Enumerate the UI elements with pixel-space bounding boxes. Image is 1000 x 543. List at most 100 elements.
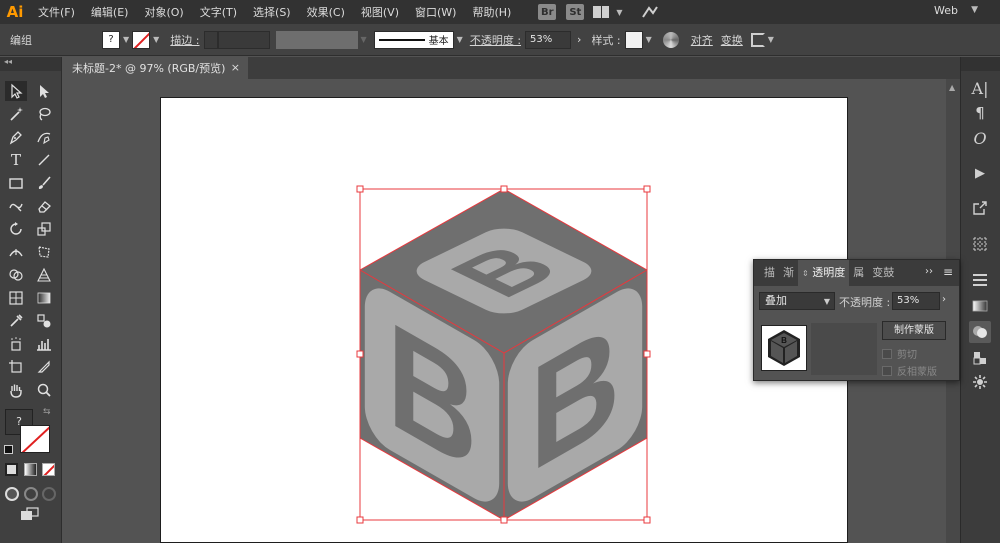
character-panel-icon[interactable]: A|	[969, 77, 991, 99]
make-mask-button[interactable]: 制作蒙版	[882, 321, 946, 340]
actions-play-icon[interactable]: ▶	[969, 162, 991, 184]
chevron-down-icon[interactable]: ▼	[768, 35, 774, 44]
pen-tool-icon[interactable]	[5, 127, 27, 147]
recolor-artwork-icon[interactable]	[662, 31, 679, 48]
chevron-down-icon[interactable]: ▼	[616, 8, 622, 17]
symbol-sprayer-tool-icon[interactable]	[5, 334, 27, 354]
paragraph-panel-icon[interactable]: ¶	[969, 102, 991, 124]
none-mode-icon[interactable]	[42, 463, 55, 476]
chevron-down-icon[interactable]: ▼	[457, 35, 463, 44]
color-mode-icon[interactable]	[5, 463, 18, 476]
menu-file[interactable]: 文件(F)	[30, 4, 83, 20]
chevron-down-icon[interactable]: ▼	[646, 35, 652, 44]
lasso-tool-icon[interactable]	[33, 104, 55, 124]
workspace-switcher[interactable]: Web	[934, 4, 958, 17]
rotate-tool-icon[interactable]	[5, 219, 27, 239]
menu-edit[interactable]: 编辑(E)	[83, 4, 137, 20]
draw-behind-icon[interactable]	[24, 487, 38, 501]
opacity-label[interactable]: 不透明度 :	[470, 32, 521, 48]
align-panel-icon[interactable]	[969, 233, 991, 255]
mesh-tool-icon[interactable]	[5, 288, 27, 308]
scroll-up-arrow-icon[interactable]: ▲	[949, 83, 955, 92]
tab-transparency[interactable]: ⇕ 透明度	[798, 260, 850, 286]
artwork-thumbnail[interactable]: B	[761, 325, 807, 371]
menu-type[interactable]: 文字(T)	[192, 4, 245, 20]
eyedropper-tool-icon[interactable]	[5, 311, 27, 331]
brush-definition[interactable]: 基本	[373, 30, 454, 49]
transform-button[interactable]: 变换	[721, 32, 743, 48]
bridge-icon[interactable]: Br	[538, 4, 557, 20]
paintbrush-tool-icon[interactable]	[33, 173, 55, 193]
stock-icon[interactable]: St	[566, 4, 585, 20]
tab-attributes[interactable]: 属	[849, 260, 868, 286]
hand-tool-icon[interactable]	[5, 380, 27, 400]
menu-object[interactable]: 对象(O)	[136, 4, 191, 20]
blend-tool-icon[interactable]	[33, 311, 55, 331]
graphic-style-swatch[interactable]	[624, 30, 643, 49]
panel-menu-icon[interactable]: ≡	[943, 265, 953, 279]
menu-select[interactable]: 选择(S)	[245, 4, 299, 20]
type-tool-icon[interactable]: T	[5, 150, 27, 170]
align-button[interactable]: 对齐	[691, 32, 713, 48]
chevron-down-icon[interactable]: ▼	[971, 5, 978, 15]
menu-window[interactable]: 窗口(W)	[407, 4, 464, 20]
shaper-tool-icon[interactable]	[5, 196, 27, 216]
variable-width-profile[interactable]	[275, 30, 358, 49]
menu-effect[interactable]: 效果(C)	[299, 4, 353, 20]
more-tabs-icon[interactable]: ››	[925, 266, 933, 277]
slice-tool-icon[interactable]	[33, 357, 55, 377]
default-fill-stroke-icon[interactable]	[4, 445, 13, 454]
chevron-down-icon[interactable]: ▼	[123, 35, 129, 44]
gradient-panel-icon[interactable]	[969, 295, 991, 317]
menu-help[interactable]: 帮助(H)	[464, 4, 519, 20]
chevron-down-icon[interactable]: ▼	[153, 35, 159, 44]
isolate-group-icon[interactable]	[750, 32, 765, 47]
appearance-panel-icon[interactable]	[969, 347, 991, 369]
document-tab[interactable]: 未标题-2* @ 97% (RGB/预览) ×	[62, 57, 248, 79]
panel-opacity-field[interactable]: 53%	[892, 292, 940, 310]
dock-collapse-bar[interactable]	[961, 57, 1000, 71]
stroke-swatch[interactable]	[132, 30, 151, 49]
menu-view[interactable]: 视图(V)	[353, 4, 407, 20]
close-icon[interactable]: ×	[231, 61, 240, 74]
curvature-tool-icon[interactable]	[33, 127, 55, 147]
invert-mask-checkbox[interactable]: 反相蒙版	[882, 363, 937, 378]
graphic-styles-panel-icon[interactable]	[969, 371, 991, 393]
opentype-panel-icon[interactable]: O	[969, 127, 991, 149]
fill-swatch[interactable]: ?	[102, 30, 120, 49]
magic-wand-tool-icon[interactable]	[5, 104, 27, 124]
screen-mode-icon[interactable]	[20, 507, 40, 521]
stroke-weight-field[interactable]	[217, 30, 270, 49]
eraser-tool-icon[interactable]	[33, 196, 55, 216]
tab-gradient[interactable]: 渐	[779, 260, 798, 286]
column-graph-tool-icon[interactable]	[33, 334, 55, 354]
export-panel-icon[interactable]	[969, 197, 991, 219]
tab-stroke[interactable]: 描	[760, 260, 779, 286]
perspective-grid-tool-icon[interactable]	[33, 265, 55, 285]
selection-tool-icon[interactable]	[5, 81, 27, 101]
stroke-weight-stepper[interactable]	[203, 30, 218, 49]
toolbar-collapse-icon[interactable]: ◂◂	[0, 57, 61, 71]
stroke-label[interactable]: 描边 :	[170, 32, 199, 48]
shape-builder-tool-icon[interactable]	[5, 265, 27, 285]
blend-mode-select[interactable]: 叠加 ▼	[759, 292, 835, 310]
zoom-tool-icon[interactable]	[33, 380, 55, 400]
direct-selection-tool-icon[interactable]	[33, 81, 55, 101]
stroke-panel-icon[interactable]	[969, 269, 991, 291]
draw-inside-icon[interactable]	[42, 487, 56, 501]
artboard-tool-icon[interactable]	[5, 357, 27, 377]
gpu-performance-icon[interactable]	[641, 5, 659, 19]
arrange-documents-icon[interactable]	[593, 6, 610, 18]
transparency-panel-icon[interactable]	[969, 321, 991, 343]
opacity-expand-icon[interactable]: ›	[577, 33, 581, 46]
free-transform-tool-icon[interactable]	[33, 242, 55, 262]
draw-normal-icon[interactable]	[5, 487, 19, 501]
chevron-down-icon[interactable]: ▼	[361, 35, 367, 44]
clip-checkbox[interactable]: 剪切	[882, 346, 917, 361]
gradient-mode-icon[interactable]	[24, 463, 37, 476]
swap-fill-stroke-icon[interactable]: ⇆	[43, 407, 51, 417]
opacity-slider-arrow-icon[interactable]: ›	[942, 294, 946, 305]
opacity-field[interactable]: 53%	[525, 30, 572, 49]
tab-transform[interactable]: 变鼓	[868, 260, 898, 286]
rectangle-tool-icon[interactable]	[5, 173, 27, 193]
